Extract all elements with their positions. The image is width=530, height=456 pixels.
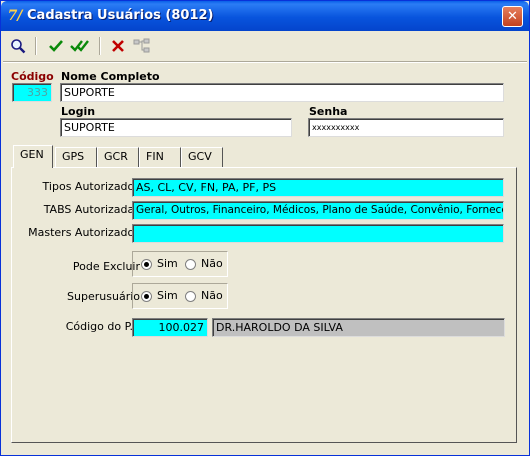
nome-label: Nome Completo xyxy=(61,70,160,83)
tab-gen[interactable]: GEN xyxy=(13,145,53,168)
superusuario-nao-label: Não xyxy=(201,289,223,302)
tipos-label: Tipos Autorizados xyxy=(42,180,140,193)
pode-excluir-radio-group: Sim Não xyxy=(132,251,228,277)
superusuario-nao-radio[interactable] xyxy=(185,291,196,302)
toolbar-divider xyxy=(3,61,527,63)
toolbar-separator xyxy=(99,37,101,55)
search-icon[interactable] xyxy=(7,35,29,57)
window-title: Cadastra Usuários (8012) xyxy=(27,8,214,23)
delete-icon[interactable] xyxy=(107,35,129,57)
dialog-window: 7/ Cadastra Usuários (8012) ✕ Código 333… xyxy=(0,0,530,456)
login-label: Login xyxy=(61,105,96,118)
superusuario-sim-radio[interactable] xyxy=(141,291,152,302)
senha-label: Senha xyxy=(309,105,348,118)
senha-field[interactable]: xxxxxxxxxx xyxy=(308,118,504,137)
codigo-field[interactable]: 333 xyxy=(12,83,52,102)
codigo-ps-label: Código do P.S xyxy=(65,320,140,333)
pode-excluir-sim-label: Sim xyxy=(157,257,178,270)
tabs-field[interactable]: Geral, Outros, Financeiro, Médicos, Plan… xyxy=(132,201,504,220)
pode-excluir-sim-radio[interactable] xyxy=(141,259,152,270)
toolbar xyxy=(5,33,525,59)
title-bar[interactable]: 7/ Cadastra Usuários (8012) ✕ xyxy=(1,1,529,31)
toolbar-separator xyxy=(35,37,37,55)
tabs-label: TABS Autorizadas xyxy=(43,203,140,216)
tab-gcr[interactable]: GCR xyxy=(97,147,139,167)
close-button[interactable]: ✕ xyxy=(502,6,523,27)
tab-gps[interactable]: GPS xyxy=(55,147,97,167)
pode-excluir-nao-radio[interactable] xyxy=(185,259,196,270)
pode-excluir-nao-label: Não xyxy=(201,257,223,270)
login-field[interactable]: SUPORTE xyxy=(60,118,292,137)
codigo-ps-field[interactable]: 100.027 xyxy=(132,318,208,337)
superusuario-label: Superusuário xyxy=(67,290,140,303)
tab-gcv[interactable]: GCV xyxy=(181,147,223,167)
check-all-icon[interactable] xyxy=(69,35,91,57)
tab-fin[interactable]: FIN xyxy=(139,147,181,167)
app-icon: 7/ xyxy=(7,8,23,24)
tree-icon[interactable] xyxy=(131,35,153,57)
masters-field[interactable] xyxy=(132,224,504,243)
tab-panel-gen: Tipos Autorizados AS, CL, CV, FN, PA, PF… xyxy=(11,167,517,443)
superusuario-sim-label: Sim xyxy=(157,289,178,302)
check-icon[interactable] xyxy=(45,35,67,57)
masters-label: Masters Autorizados xyxy=(28,226,140,239)
codigo-ps-name-field: DR.HAROLDO DA SILVA xyxy=(212,318,505,337)
codigo-label: Código xyxy=(11,70,54,83)
nome-field[interactable]: SUPORTE xyxy=(60,83,504,102)
superusuario-radio-group: Sim Não xyxy=(132,283,228,309)
tipos-field[interactable]: AS, CL, CV, FN, PA, PF, PS xyxy=(132,178,504,197)
pode-excluir-label: Pode Excluir xyxy=(72,260,140,273)
